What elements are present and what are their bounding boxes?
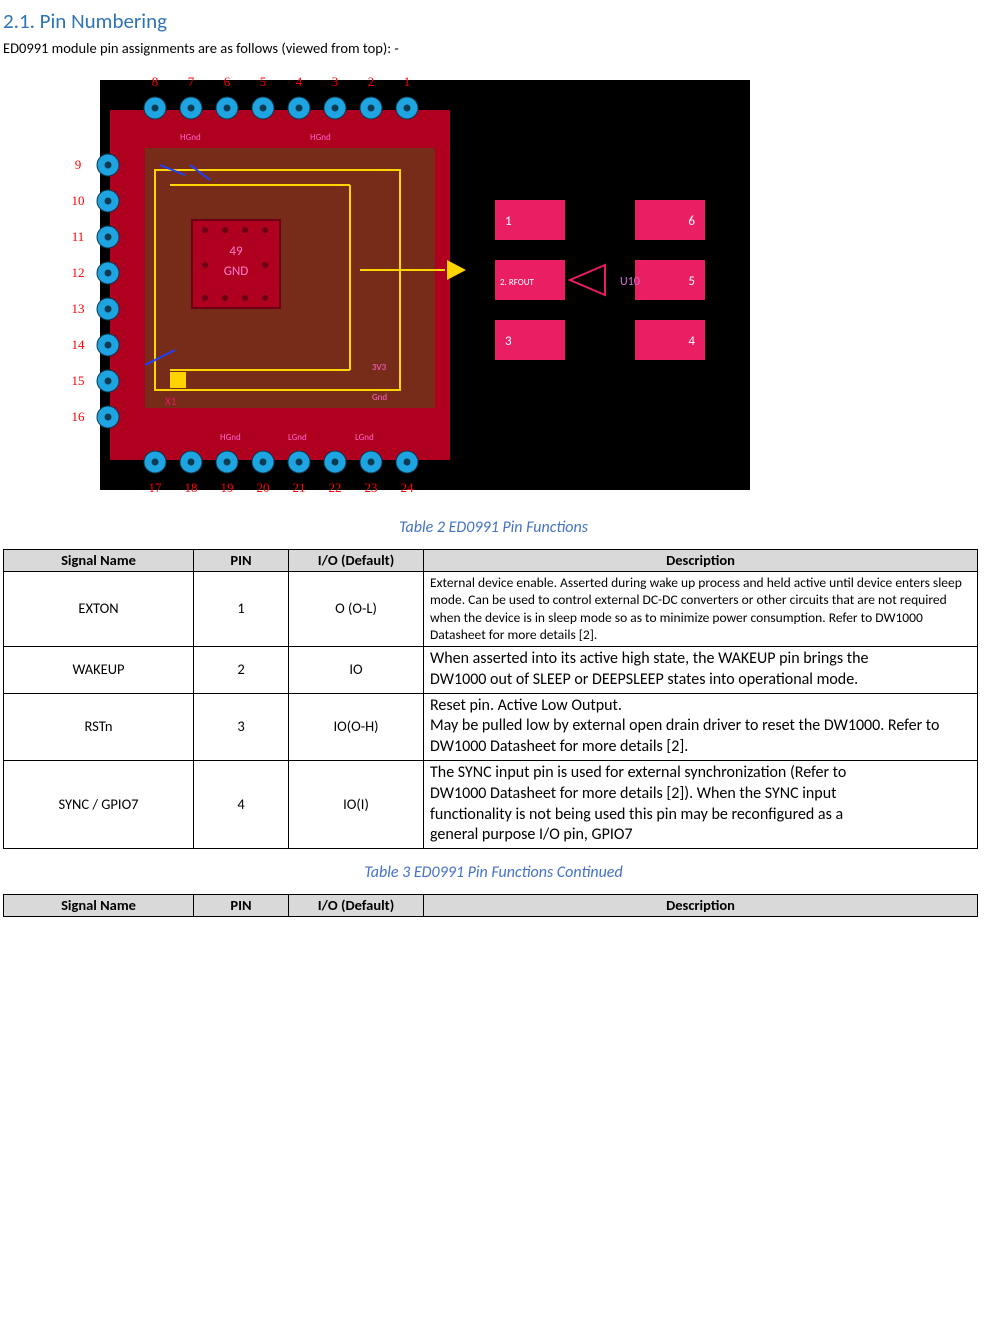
table-cell: 3: [194, 693, 289, 760]
table-cell: SYNC / GPIO7: [4, 760, 194, 848]
th-io: I/O (Default): [289, 549, 424, 571]
table-cell: EXTON: [4, 571, 194, 646]
svg-text:3: 3: [505, 334, 512, 349]
section-heading: 2.1. Pin Numbering: [3, 8, 987, 35]
svg-text:6: 6: [688, 214, 695, 229]
svg-text:22: 22: [329, 480, 342, 495]
pin-function-table-3: Signal Name PIN I/O (Default) Descriptio…: [3, 894, 978, 917]
svg-text:5: 5: [260, 74, 267, 89]
svg-text:10: 10: [72, 193, 85, 208]
table-header-row: Signal Name PIN I/O (Default) Descriptio…: [4, 894, 978, 916]
svg-text:LGnd: LGnd: [288, 432, 307, 443]
svg-text:11: 11: [72, 229, 85, 244]
svg-text:4: 4: [296, 74, 303, 89]
pcb-svg: 49 GND 87654321 910111213141516 17181920…: [50, 70, 750, 500]
svg-text:18: 18: [185, 480, 198, 495]
svg-text:3V3: 3V3: [372, 362, 387, 373]
table3-caption: Table 3 ED0991 Pin Functions Continued: [0, 863, 987, 884]
svg-text:HGnd: HGnd: [220, 432, 241, 443]
svg-text:21: 21: [293, 480, 306, 495]
svg-text:15: 15: [72, 373, 85, 388]
svg-text:HGnd: HGnd: [310, 132, 331, 143]
svg-text:X1: X1: [165, 395, 177, 408]
th-pin: PIN: [194, 549, 289, 571]
table-cell: IO: [289, 646, 424, 693]
table-row: WAKEUP2IOWhen asserted into its active h…: [4, 646, 978, 693]
table-cell: IO(I): [289, 760, 424, 848]
svg-text:1: 1: [404, 74, 411, 89]
table-cell: 1: [194, 571, 289, 646]
table-header-row: Signal Name PIN I/O (Default) Descriptio…: [4, 549, 978, 571]
table-row: EXTON1O (O-L)External device enable. Ass…: [4, 571, 978, 646]
svg-text:U10: U10: [620, 275, 640, 289]
svg-text:9: 9: [75, 157, 82, 172]
table-cell: 2: [194, 646, 289, 693]
table-cell: O (O-L): [289, 571, 424, 646]
table-cell: RSTn: [4, 693, 194, 760]
svg-text:2: 2: [368, 74, 375, 89]
svg-text:4: 4: [688, 334, 695, 349]
svg-text:HGnd: HGnd: [180, 132, 201, 143]
svg-text:1: 1: [505, 214, 512, 229]
th-pin: PIN: [194, 894, 289, 916]
table-cell: 4: [194, 760, 289, 848]
svg-text:13: 13: [72, 301, 85, 316]
th-signal: Signal Name: [4, 894, 194, 916]
svg-text:3: 3: [332, 74, 339, 89]
svg-text:Gnd: Gnd: [372, 392, 387, 403]
th-desc: Description: [424, 549, 978, 571]
svg-text:5: 5: [688, 274, 695, 289]
svg-text:16: 16: [72, 409, 86, 424]
svg-text:7: 7: [188, 74, 195, 89]
th-desc: Description: [424, 894, 978, 916]
description-cell: Reset pin. Active Low Output.May be pull…: [424, 693, 978, 760]
table2-caption: Table 2 ED0991 Pin Functions: [0, 518, 987, 539]
svg-text:23: 23: [365, 480, 378, 495]
description-cell: The SYNC input pin is used for external …: [424, 760, 978, 848]
module-figure: 49 GND 87654321 910111213141516 17181920…: [50, 70, 987, 500]
intro-text: ED0991 module pin assignments are as fol…: [3, 39, 987, 58]
svg-text:8: 8: [152, 74, 159, 89]
th-io: I/O (Default): [289, 894, 424, 916]
pin-function-table-2: Signal Name PIN I/O (Default) Descriptio…: [3, 549, 978, 849]
table-cell: WAKEUP: [4, 646, 194, 693]
table-row: RSTn3IO(O-H)Reset pin. Active Low Output…: [4, 693, 978, 760]
svg-text:24: 24: [401, 480, 415, 495]
table-row: SYNC / GPIO74IO(I)The SYNC input pin is …: [4, 760, 978, 848]
description-cell: External device enable. Asserted during …: [424, 571, 978, 646]
svg-text:14: 14: [72, 337, 86, 352]
th-signal: Signal Name: [4, 549, 194, 571]
svg-text:19: 19: [221, 480, 234, 495]
svg-text:6: 6: [224, 74, 231, 89]
svg-text:49: 49: [229, 244, 243, 259]
table-cell: IO(O-H): [289, 693, 424, 760]
svg-text:LGnd: LGnd: [355, 432, 374, 443]
svg-text:2. RFOUT: 2. RFOUT: [500, 277, 535, 288]
svg-text:12: 12: [72, 265, 85, 280]
svg-text:17: 17: [149, 480, 163, 495]
description-cell: When asserted into its active high state…: [424, 646, 978, 693]
svg-text:GND: GND: [224, 264, 249, 279]
svg-text:20: 20: [257, 480, 270, 495]
